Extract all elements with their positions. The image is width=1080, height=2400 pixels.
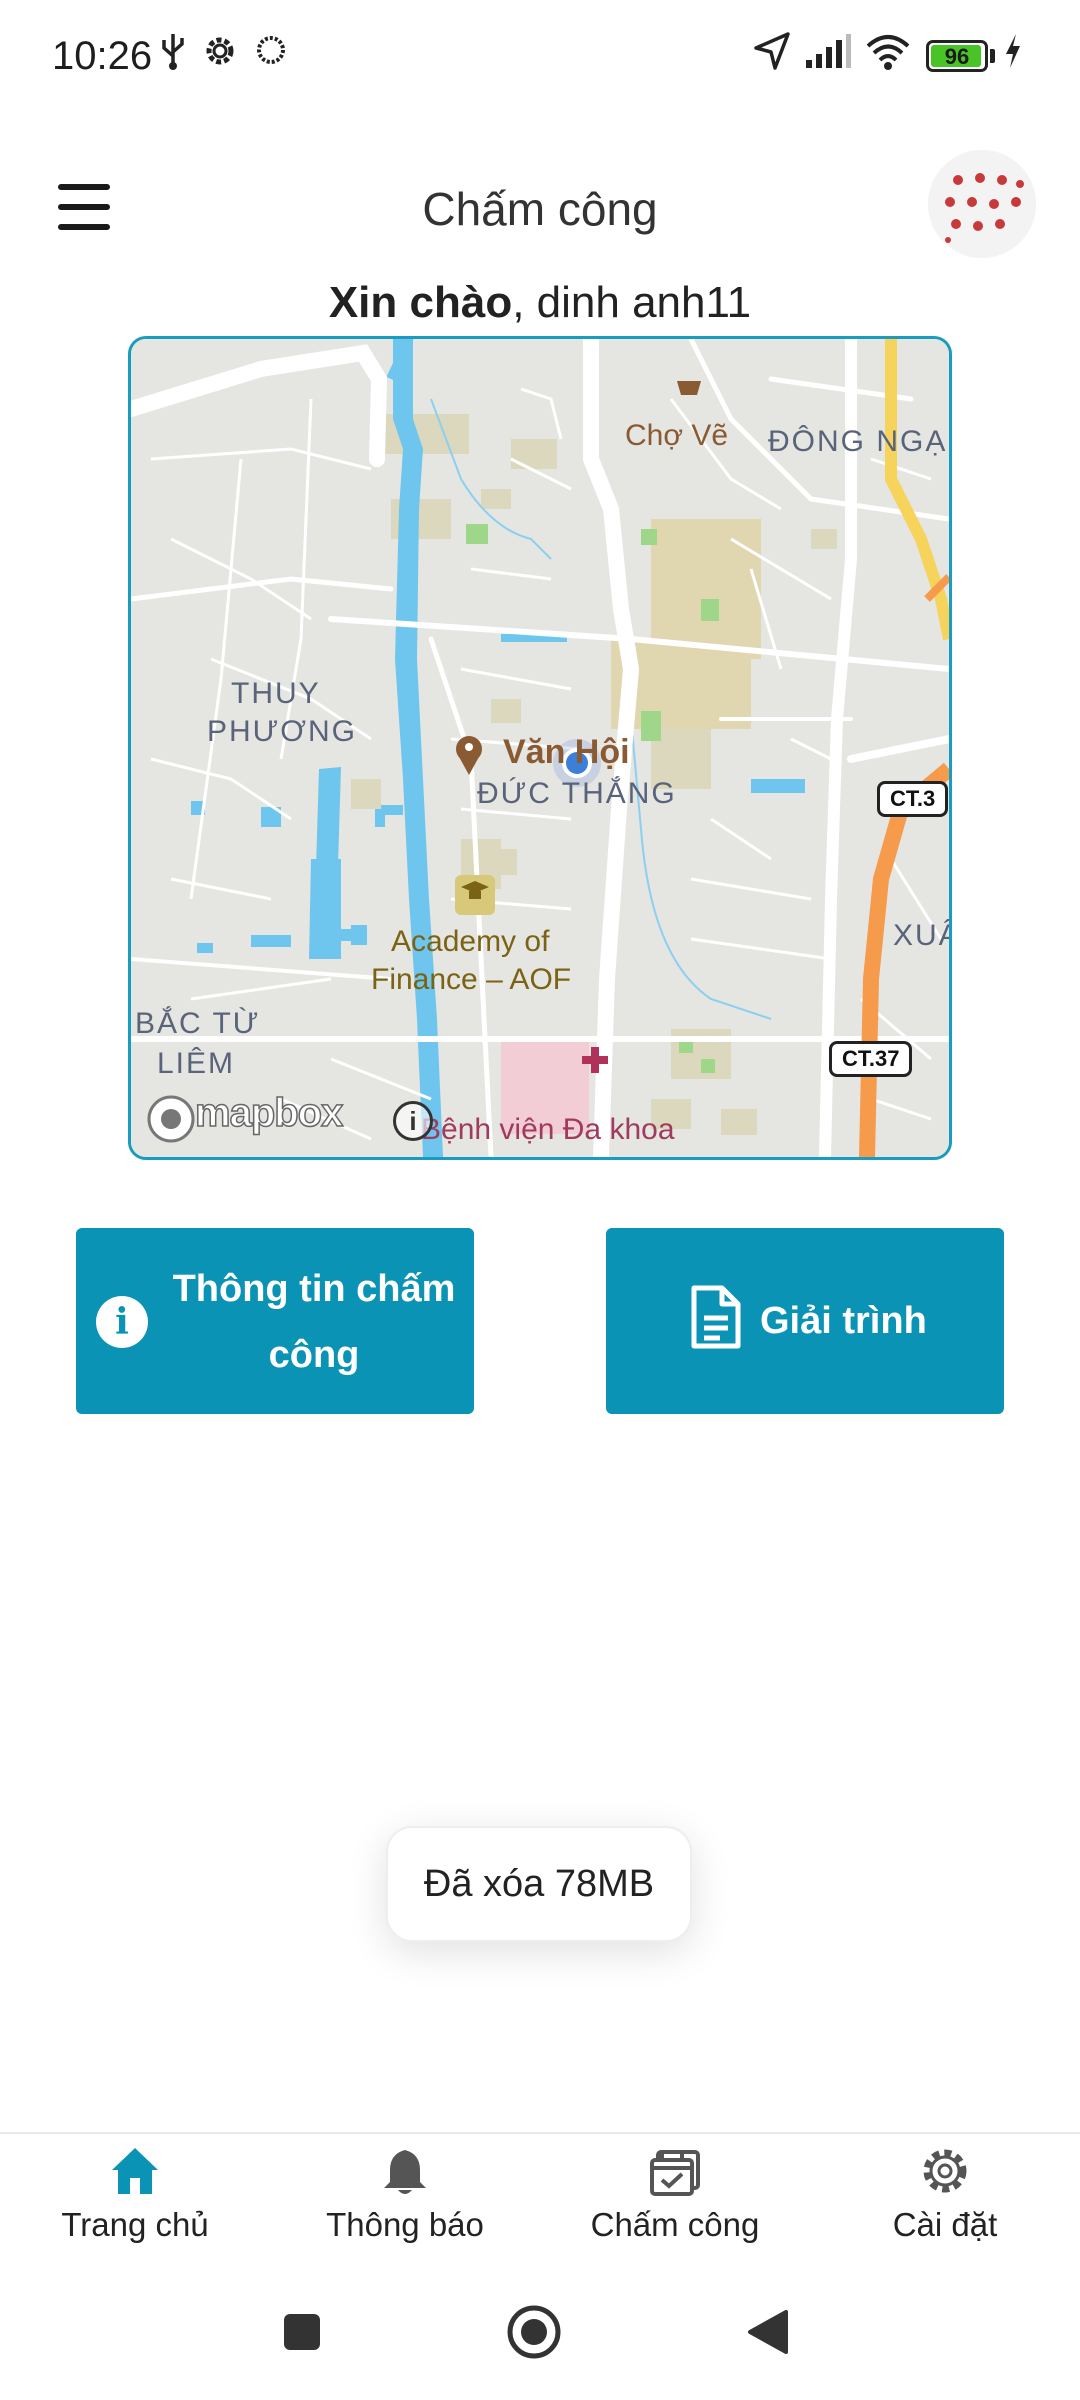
market-icon <box>677 381 701 395</box>
map-label-cho-ve: Chợ Vẽ <box>625 419 729 452</box>
info-icon: i <box>96 1296 148 1348</box>
nav-label-settings: Cài đặt <box>892 2206 998 2243</box>
map-label-duc-thang: ĐỨC THẮNG <box>477 777 677 810</box>
map-label-hospital: Bệnh viện Đa khoa <box>421 1113 675 1146</box>
wifi-icon <box>866 35 910 70</box>
map-label-academy-1: Academy of <box>391 925 550 958</box>
map-label-bac-tu: BẮC TỪ <box>135 1007 261 1040</box>
map-label-academy-2: Finance – AOF <box>371 963 572 996</box>
nav-item-settings[interactable]: Cài đặt <box>810 2134 1080 2264</box>
map-view[interactable]: Chợ Vẽ ĐÔNG NGẠ THUY PHƯƠNG Văn Hội ĐỨC … <box>128 336 952 1160</box>
battery-percent: 96 <box>944 44 970 69</box>
usb-icon <box>162 34 184 70</box>
calendar-check-icon <box>650 2150 700 2196</box>
map-label-dong-nga: ĐÔNG NGẠ <box>768 425 948 458</box>
attendance-info-label: Thông tin chấm công <box>172 1268 456 1376</box>
battery-tip <box>990 49 995 63</box>
map-label-xua: XUÂ <box>893 919 949 952</box>
attendance-info-button[interactable]: i Thông tin chấm công <box>76 1228 474 1414</box>
nav-label-notifications: Thông báo <box>326 2206 484 2243</box>
map-attribution-info-icon[interactable]: i <box>393 1101 433 1141</box>
avatar[interactable] <box>928 150 1036 258</box>
nav-label-timekeeping: Chấm công <box>590 2206 760 2243</box>
home-icon <box>112 2148 158 2194</box>
bottom-nav: Trang chủ Thông báo Chấm công Cài đặt <box>0 2132 1080 2264</box>
greeting: Xin chào, dinh anh11 <box>0 278 1080 328</box>
road-badge-ct37: CT.37 <box>829 1041 913 1077</box>
greeting-name: , dinh anh11 <box>512 278 752 327</box>
explanation-label: Giải trình <box>760 1300 927 1342</box>
map-label-van-hoi: Văn Hội <box>503 733 630 771</box>
greeting-bold: Xin chào <box>328 278 513 327</box>
mapbox-logo[interactable]: mapbox <box>194 1090 344 1136</box>
map-label-phuong: PHƯƠNG <box>207 715 358 748</box>
avatar-image <box>928 150 1036 258</box>
page-title: Chấm công <box>422 183 658 235</box>
battery-indicator: 96 <box>926 40 988 72</box>
gear-icon <box>923 2149 967 2193</box>
home-system-icon[interactable] <box>506 2304 562 2360</box>
signal-icon <box>806 34 851 68</box>
explanation-button[interactable]: Giải trình <box>606 1228 1004 1414</box>
system-nav-bar <box>0 2262 1080 2400</box>
nav-item-notifications[interactable]: Thông báo <box>270 2134 540 2264</box>
nav-label-home: Trang chủ <box>61 2206 209 2243</box>
status-time: 10:26 <box>52 34 153 78</box>
app-status-icon <box>257 36 285 64</box>
nav-item-home[interactable]: Trang chủ <box>0 2134 270 2264</box>
location-arrow-icon <box>754 32 790 70</box>
map-label-thuy: THUY <box>231 677 321 710</box>
gear-status-icon <box>206 37 234 65</box>
toast-message: Đã xóa 78MB <box>386 1826 692 1942</box>
recents-icon[interactable] <box>282 2312 322 2352</box>
charging-icon <box>1006 34 1020 68</box>
back-icon[interactable] <box>746 2308 790 2356</box>
nav-item-timekeeping[interactable]: Chấm công <box>540 2134 810 2264</box>
status-bar: 10:26 96 <box>0 0 1080 110</box>
map-label-liem: LIÊM <box>157 1047 236 1080</box>
document-icon <box>691 1285 741 1349</box>
bell-icon <box>384 2148 426 2194</box>
road-badge-ct3: CT.3 <box>877 781 949 817</box>
